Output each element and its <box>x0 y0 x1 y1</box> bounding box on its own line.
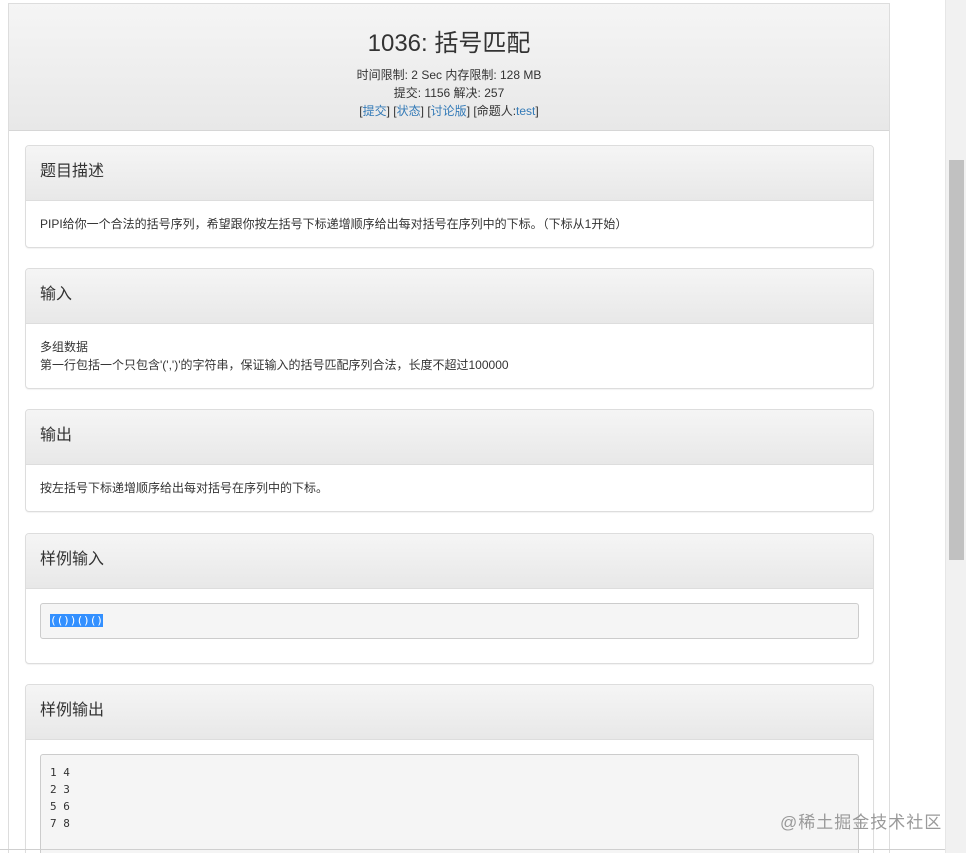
description-panel: 题目描述 PIPI给你一个合法的括号序列，希望跟你按左括号下标递增顺序给出每对括… <box>25 145 874 248</box>
limits-info: 时间限制: 2 Sec 内存限制: 128 MB <box>356 68 542 82</box>
problem-header: 1036: 括号匹配 时间限制: 2 Sec 内存限制: 128 MB 提交: … <box>9 3 889 131</box>
output-line: 1 4 <box>50 766 70 779</box>
submission-stats: 提交: 1156 解决: 257 <box>393 86 505 100</box>
submit-link[interactable]: 提交 <box>363 104 387 118</box>
status-link[interactable]: 状态 <box>397 104 421 118</box>
selected-text: (())()() <box>50 614 103 627</box>
vertical-scrollbar[interactable] <box>945 0 966 853</box>
input-line: 第一行包括一个只包含'(',')'的字符串，保证输入的括号匹配序列合法，长度不超… <box>40 358 509 372</box>
panel-heading: 样例输入 <box>26 534 873 589</box>
panel-heading: 样例输出 <box>26 685 873 740</box>
output-text: 按左括号下标递增顺序给出每对括号在序列中的下标。 <box>40 481 329 495</box>
problem-container: 1036: 括号匹配 时间限制: 2 Sec 内存限制: 128 MB 提交: … <box>8 3 890 853</box>
sample-input-panel: 样例输入 (())()() <box>25 533 874 664</box>
panel-heading: 题目描述 <box>26 146 873 201</box>
author-prefix: 命题人: <box>476 104 517 118</box>
output-line: 5 6 <box>50 800 70 813</box>
panel-heading: 输入 <box>26 269 873 324</box>
discuss-link[interactable]: 讨论版 <box>431 104 467 118</box>
page-title: 1036: 括号匹配 <box>367 30 531 57</box>
author-link[interactable]: test <box>516 104 535 118</box>
browser-page: 1036: 括号匹配 时间限制: 2 Sec 内存限制: 128 MB 提交: … <box>0 0 966 853</box>
description-text: PIPI给你一个合法的括号序列，希望跟你按左括号下标递增顺序给出每对括号在序列中… <box>40 217 628 231</box>
sample-output-panel: 样例输出 1 4 2 3 5 6 7 8 <box>25 684 874 853</box>
sample-output-code[interactable]: 1 4 2 3 5 6 7 8 <box>40 754 859 853</box>
output-line: 7 8 <box>50 817 70 830</box>
sample-input-code[interactable]: (())()() <box>40 603 859 639</box>
scrollbar-thumb[interactable] <box>949 160 964 560</box>
sample-input-body: (())()() <box>26 589 873 663</box>
input-panel: 输入 多组数据 第一行包括一个只包含'(',')'的字符串，保证输入的括号匹配序… <box>25 268 874 389</box>
output-line: 2 3 <box>50 783 70 796</box>
bottom-divider <box>0 849 945 850</box>
output-panel: 输出 按左括号下标递增顺序给出每对括号在序列中的下标。 <box>25 409 874 512</box>
sample-output-body: 1 4 2 3 5 6 7 8 <box>26 740 873 853</box>
input-text: 多组数据 第一行包括一个只包含'(',')'的字符串，保证输入的括号匹配序列合法… <box>26 324 873 388</box>
panel-heading: 输出 <box>26 410 873 465</box>
watermark: @稀土掘金技术社区 <box>780 813 943 832</box>
problem-links: [提交] [状态] [讨论版] [命题人:test] <box>359 104 539 118</box>
input-line: 多组数据 <box>40 340 89 354</box>
